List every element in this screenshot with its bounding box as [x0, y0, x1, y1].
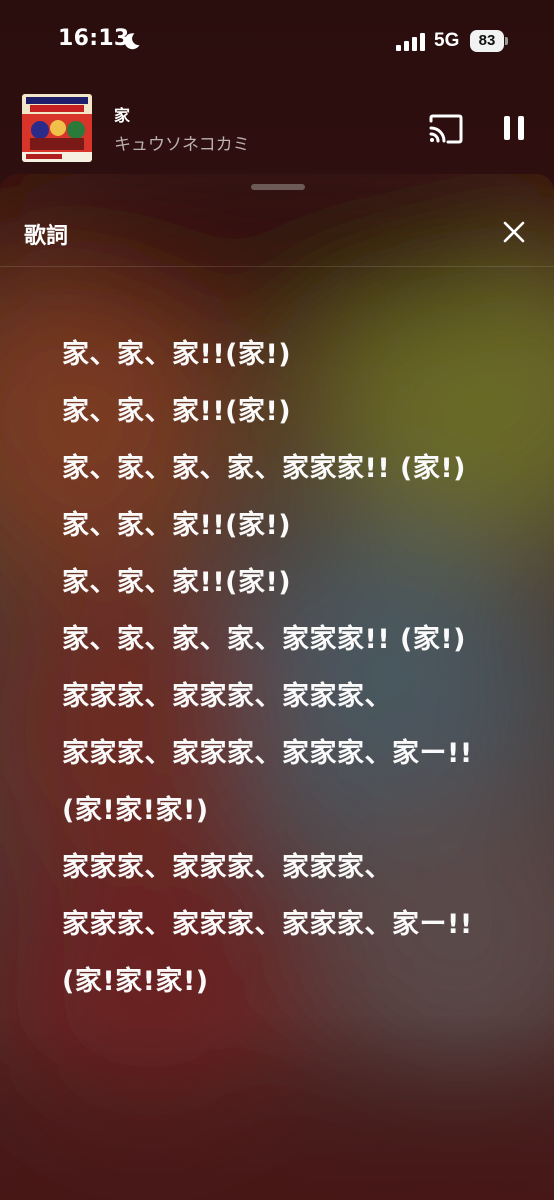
top-area: 16:13 5G 83 家 キュウソネコカミ: [0, 0, 554, 190]
signal-icon: [396, 33, 425, 51]
track-title[interactable]: 家: [114, 102, 130, 126]
lyrics-list: 家、家、家!!(家!) 家、家、家!!(家!) 家、家、家、家、家家家!! (家…: [62, 337, 502, 1021]
album-art[interactable]: [22, 94, 92, 162]
lyric-line[interactable]: 家、家、家!!(家!): [62, 565, 502, 601]
drag-handle[interactable]: [251, 184, 305, 190]
sheet-title: 歌詞: [24, 224, 69, 249]
lyric-line[interactable]: 家、家、家!!(家!): [62, 394, 502, 430]
lyrics-sheet: 歌詞 家、家、家!!(家!) 家、家、家!!(家!) 家、家、家、家、家家家!!…: [0, 174, 554, 1200]
lyric-line[interactable]: 家家家、家家家、家家家、: [62, 679, 502, 715]
network-label: 5G: [434, 30, 460, 51]
lyric-line[interactable]: 家家家、家家家、家家家、家ー!!: [62, 736, 502, 772]
cast-icon[interactable]: [428, 114, 464, 144]
track-artist[interactable]: キュウソネコカミ: [114, 130, 250, 155]
lyric-line[interactable]: 家、家、家!!(家!): [62, 508, 502, 544]
album-art-image: [22, 94, 92, 162]
lyric-line[interactable]: (家!家!家!): [62, 793, 502, 829]
lyric-line[interactable]: 家家家、家家家、家家家、: [62, 850, 502, 886]
moon-icon: [124, 33, 140, 50]
sheet-header: 歌詞: [0, 194, 554, 267]
battery-level: 83: [470, 30, 504, 52]
lyric-line[interactable]: 家家家、家家家、家家家、家ー!!: [62, 907, 502, 943]
battery-indicator: 83: [470, 30, 508, 52]
lyric-line[interactable]: 家、家、家!!(家!): [62, 337, 502, 373]
status-bar: 16:13 5G 83: [0, 0, 554, 80]
lyric-line[interactable]: (家!家!家!): [62, 964, 502, 1000]
battery-cap: [505, 37, 508, 45]
close-icon[interactable]: [502, 220, 526, 244]
pause-icon[interactable]: [502, 114, 526, 142]
lyric-line[interactable]: 家、家、家、家、家家家!! (家!): [62, 451, 502, 487]
status-time: 16:13: [58, 26, 130, 51]
lyric-line[interactable]: 家、家、家、家、家家家!! (家!): [62, 622, 502, 658]
